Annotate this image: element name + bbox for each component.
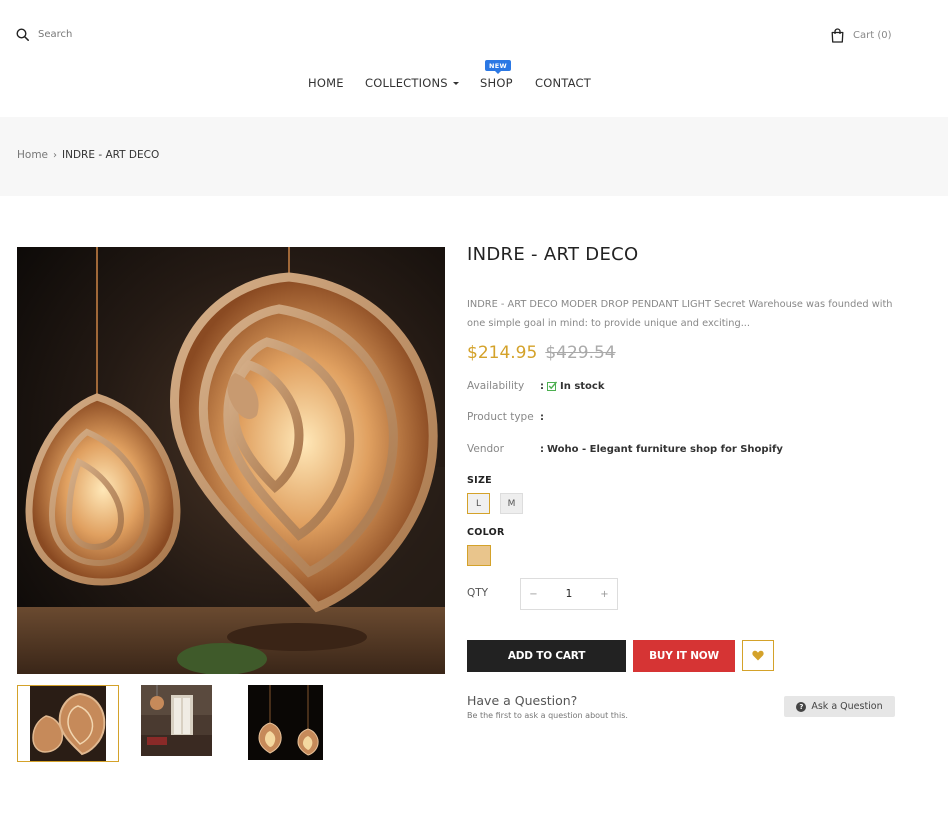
size-option-m[interactable]: M bbox=[500, 493, 523, 514]
nav-home[interactable]: HOME bbox=[308, 76, 344, 90]
qty-decrease-button[interactable]: − bbox=[521, 589, 546, 600]
breadcrumb-bar: Home › INDRE - ART DECO bbox=[0, 117, 948, 196]
ask-question-label: Ask a Question bbox=[811, 701, 883, 712]
breadcrumb: Home › INDRE - ART DECO bbox=[17, 149, 159, 161]
caret-down-icon bbox=[452, 82, 459, 85]
size-option-l[interactable]: L bbox=[467, 493, 490, 514]
nav-collections[interactable]: COLLECTIONS bbox=[365, 76, 459, 90]
product-type-value: : bbox=[540, 412, 547, 423]
separator-colon: : bbox=[540, 443, 544, 455]
color-swatch[interactable] bbox=[467, 545, 491, 566]
question-circle-icon: ? bbox=[796, 701, 807, 712]
vendor-link[interactable]: Woho - Elegant furniture shop for Shopif… bbox=[547, 444, 783, 455]
color-label: COLOR bbox=[467, 527, 505, 538]
product-type-row: Product type : bbox=[467, 411, 547, 423]
product-main-image[interactable] bbox=[17, 247, 445, 674]
ask-question-button[interactable]: ? Ask a Question bbox=[784, 696, 895, 717]
pendant-lamp-photo bbox=[17, 247, 445, 674]
separator-colon: : bbox=[540, 411, 544, 423]
nav-shop-label: SHOP bbox=[480, 76, 513, 90]
qty-increase-button[interactable]: + bbox=[592, 589, 617, 600]
breadcrumb-separator: › bbox=[53, 149, 58, 161]
heart-icon bbox=[752, 650, 764, 661]
checkbox-checked-icon bbox=[547, 381, 557, 391]
buy-now-button[interactable]: BUY IT NOW bbox=[633, 640, 735, 672]
nav-shop[interactable]: NEW SHOP bbox=[480, 60, 513, 90]
vendor-label: Vendor bbox=[467, 443, 504, 455]
thumbnail-2[interactable] bbox=[141, 685, 212, 756]
question-subtitle: Be the first to ask a question about thi… bbox=[467, 711, 628, 720]
nav-contact[interactable]: CONTACT bbox=[535, 76, 591, 90]
product-type-label: Product type bbox=[467, 411, 534, 423]
room-interior-thumbnail bbox=[141, 685, 212, 756]
breadcrumb-home[interactable]: Home bbox=[17, 149, 48, 161]
add-to-cart-button[interactable]: ADD TO CART bbox=[467, 640, 626, 672]
sale-price: $214.95 bbox=[467, 343, 538, 363]
quantity-stepper: − 1 + bbox=[520, 578, 618, 610]
shopping-bag-icon bbox=[831, 28, 844, 43]
wishlist-button[interactable] bbox=[742, 640, 774, 671]
search-icon bbox=[16, 28, 29, 41]
in-stock-text: In stock bbox=[560, 380, 605, 392]
two-lamps-thumbnail bbox=[248, 685, 323, 760]
question-title: Have a Question? bbox=[467, 693, 578, 708]
qty-label: QTY bbox=[467, 587, 489, 599]
size-label: SIZE bbox=[467, 475, 492, 486]
thumbnail-3[interactable] bbox=[248, 685, 323, 760]
separator-colon: : bbox=[540, 380, 544, 392]
cart-link[interactable]: Cart (0) bbox=[830, 28, 892, 43]
cart-label: Cart (0) bbox=[853, 30, 892, 41]
compare-price: $429.54 bbox=[545, 343, 616, 363]
qty-input[interactable]: 1 bbox=[546, 588, 592, 600]
price-block: $214.95 $429.54 bbox=[467, 343, 616, 363]
nav-collections-label: COLLECTIONS bbox=[365, 76, 448, 90]
main-nav: HOME COLLECTIONS NEW SHOP CONTACT bbox=[0, 60, 948, 90]
thumbnail-1[interactable] bbox=[17, 685, 119, 762]
availability-row: Availability : In stock bbox=[467, 380, 605, 392]
availability-label: Availability bbox=[467, 380, 525, 392]
search-trigger[interactable]: Search bbox=[16, 28, 72, 41]
new-badge: NEW bbox=[485, 60, 511, 74]
vendor-value: : Woho - Elegant furniture shop for Shop… bbox=[540, 444, 783, 455]
product-description: INDRE - ART DECO MODER DROP PENDANT LIGH… bbox=[467, 299, 893, 329]
breadcrumb-current: INDRE - ART DECO bbox=[62, 149, 160, 161]
product-title: INDRE - ART DECO bbox=[467, 244, 639, 265]
vendor-row: Vendor : Woho - Elegant furniture shop f… bbox=[467, 443, 783, 455]
availability-value: : In stock bbox=[540, 381, 605, 392]
pendant-lamp-thumbnail bbox=[18, 686, 118, 761]
search-label: Search bbox=[38, 29, 73, 40]
